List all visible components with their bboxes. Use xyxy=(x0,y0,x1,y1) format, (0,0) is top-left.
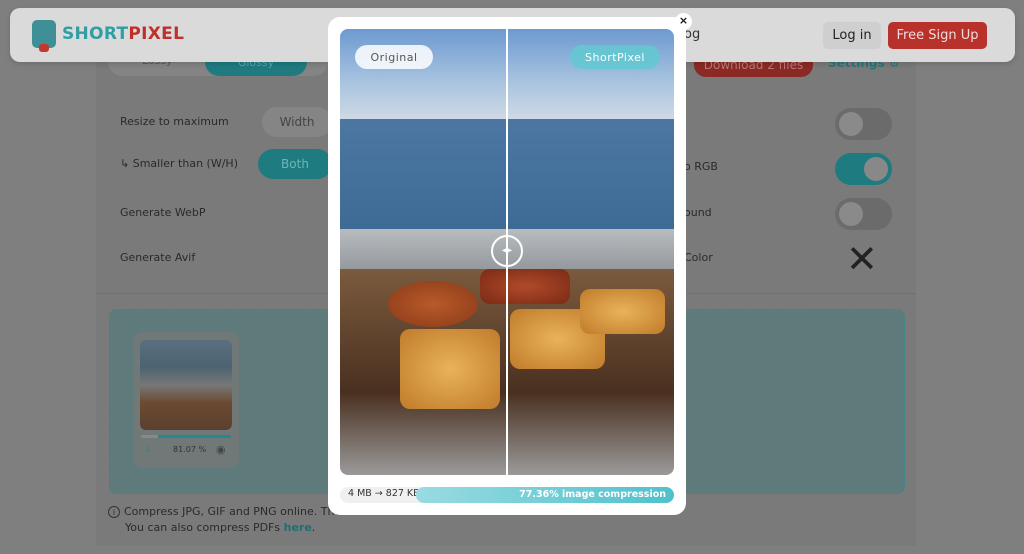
compression-summary: 4 MB → 827 KB 77.36% image compression xyxy=(340,487,674,503)
signup-button[interactable]: Free Sign Up xyxy=(888,22,987,49)
resize-label: Resize to maximum xyxy=(120,115,229,128)
brand-a: SHORT xyxy=(62,24,129,44)
eye-icon[interactable]: ◉ xyxy=(216,443,226,456)
compression-bar: 77.36% image compression xyxy=(416,487,674,503)
brand-b: PIXEL xyxy=(128,24,185,44)
download-icon[interactable]: ⤓ xyxy=(145,442,150,456)
close-x-icon[interactable]: ✕ xyxy=(846,240,878,278)
comparison-image[interactable]: Original ShortPixel ◂▸ xyxy=(340,29,674,475)
width-option[interactable]: Width xyxy=(262,107,332,137)
info-line-2: You can also compress PDFs xyxy=(125,521,284,534)
file-card: ⤓ 81.07 % ◉ xyxy=(133,332,239,468)
avif-label: Generate Avif xyxy=(120,251,196,264)
size-change: 4 MB → 827 KB xyxy=(348,488,420,499)
color-label: Color xyxy=(684,251,713,264)
login-button[interactable]: Log in xyxy=(823,22,881,49)
pdf-here-link[interactable]: here xyxy=(284,521,312,534)
toggle-background[interactable] xyxy=(835,198,892,230)
toggle-rgb[interactable] xyxy=(835,153,892,185)
info-text: i Compress JPG, GIF and PNG online. The f… xyxy=(108,504,352,536)
info-end: . xyxy=(311,521,316,534)
slider-handle-icon[interactable]: ◂▸ xyxy=(491,235,523,267)
webp-label: Generate WebP xyxy=(120,206,206,219)
file-thumbnail[interactable] xyxy=(140,340,232,430)
file-percent: 81.07 % xyxy=(173,445,207,454)
info-icon: i xyxy=(108,506,120,518)
toggle-1[interactable] xyxy=(835,108,892,140)
compression-text: 77.36% image compression xyxy=(519,489,666,500)
original-label: Original xyxy=(355,45,433,69)
shortpixel-label: ShortPixel xyxy=(570,45,660,69)
comparison-modal: Original ShortPixel ◂▸ 4 MB → 827 KB 77.… xyxy=(328,17,686,515)
close-modal-button[interactable]: × xyxy=(675,13,692,30)
file-progress-bar xyxy=(141,435,231,438)
logo[interactable]: SHORTPIXEL xyxy=(32,20,185,52)
rgb-label: o RGB xyxy=(684,160,718,173)
both-option[interactable]: Both xyxy=(258,149,332,179)
robot-logo-icon xyxy=(32,20,56,52)
background-label: ound xyxy=(684,206,712,219)
info-line-1: Compress JPG, GIF and PNG online. The fi xyxy=(124,505,352,518)
smaller-than-label: ↳ Smaller than (W/H) xyxy=(120,157,238,170)
